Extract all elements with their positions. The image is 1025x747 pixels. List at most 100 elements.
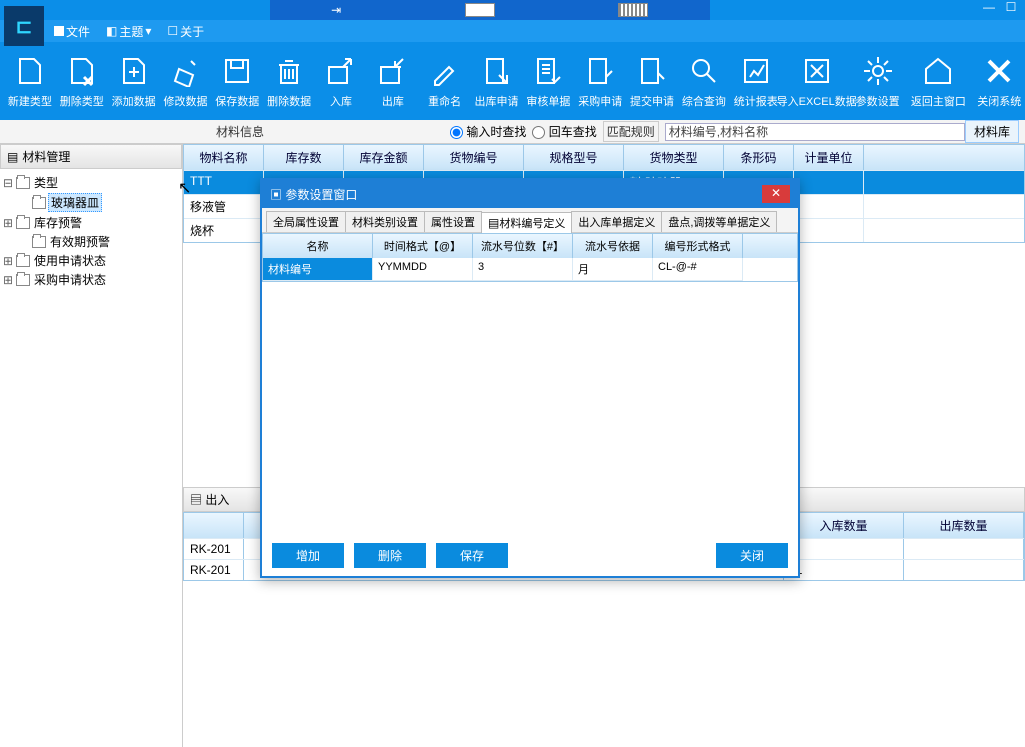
titlebar-grid-icon xyxy=(618,3,648,17)
col-header[interactable]: 流水号依据 xyxy=(573,234,653,258)
stock-in-icon xyxy=(323,53,359,89)
titlebar-decor: ⇥ xyxy=(270,0,710,20)
menu-about[interactable]: ☐关于 xyxy=(159,23,212,40)
toolbar-back-main[interactable]: 返回主窗口 xyxy=(904,45,974,117)
tree-node-使用申请状态[interactable]: ⊞使用申请状态 xyxy=(2,251,180,270)
toolbar-stat-report[interactable]: 统计报表 xyxy=(730,45,782,117)
tab-1[interactable]: 材料类别设置 xyxy=(345,211,425,232)
toolbar-new-type[interactable]: 新建类型 xyxy=(4,45,56,117)
col-header[interactable]: 编号形式格式 xyxy=(653,234,743,258)
folder-icon xyxy=(32,236,46,248)
folder-icon xyxy=(16,177,30,189)
col-header[interactable]: 规格型号 xyxy=(524,145,624,170)
main-toolbar: 新建类型删除类型添加数据修改数据保存数据删除数据入库出库重命名出库申请审核单据采… xyxy=(0,42,1025,120)
tree-node-有效期预警[interactable]: 有效期预警 xyxy=(2,232,180,251)
toolbar-review[interactable]: 审核单据 xyxy=(522,45,574,117)
toolbar-purchase-apply[interactable]: 采购申请 xyxy=(574,45,626,117)
col-header[interactable]: 时间格式【@】 xyxy=(373,234,473,258)
toolbar-submit-apply[interactable]: 提交申请 xyxy=(626,45,678,117)
chevron-down-icon: ▾ xyxy=(145,24,151,38)
pin-icon[interactable]: ⇥ xyxy=(331,3,341,17)
filter-bar: 材料信息 输入时查找 回车查找 匹配规则 材料库 xyxy=(0,120,1025,144)
close-icon[interactable]: ✕ xyxy=(762,185,790,203)
dialog-tabs: 全局属性设置材料类别设置属性设置▤材料编号定义出入库单据定义盘点,调拨等单据定义 xyxy=(262,208,798,233)
tab-5[interactable]: 盘点,调拨等单据定义 xyxy=(661,211,777,232)
file-icon xyxy=(54,26,64,36)
match-rule-input[interactable] xyxy=(665,123,965,141)
col-header[interactable]: 货物编号 xyxy=(424,145,524,170)
maximize-button[interactable]: ☐ xyxy=(1001,0,1021,20)
toolbar-delete-data[interactable]: 删除数据 xyxy=(263,45,315,117)
doc-icon: ▤ xyxy=(190,493,202,507)
edit-data-icon xyxy=(167,53,203,89)
toolbar-stock-in[interactable]: 入库 xyxy=(315,45,367,117)
add-button[interactable]: 增加 xyxy=(272,543,344,568)
close-button[interactable]: 关闭 xyxy=(716,543,788,568)
col-header[interactable]: 名称 xyxy=(263,234,373,258)
col-header[interactable]: 计量单位 xyxy=(794,145,864,170)
delete-data-icon xyxy=(271,53,307,89)
dialog-grid[interactable]: 名称时间格式【@】流水号位数【#】流水号依据编号形式格式 材料编号YYMMDD3… xyxy=(262,233,798,282)
expand-icon[interactable]: ⊞ xyxy=(2,254,14,268)
col-header[interactable]: 库存金额 xyxy=(344,145,424,170)
toolbar-add-data[interactable]: 添加数据 xyxy=(108,45,160,117)
tree-node-采购申请状态[interactable]: ⊞采购申请状态 xyxy=(2,270,180,289)
menu-theme[interactable]: ◧主题▾ xyxy=(98,23,159,40)
tab-3[interactable]: ▤材料编号定义 xyxy=(481,212,572,233)
out-apply-icon xyxy=(479,53,515,89)
toolbar-stock-out[interactable]: 出库 xyxy=(367,45,419,117)
save-button[interactable]: 保存 xyxy=(436,543,508,568)
toolbar-delete-type[interactable]: 删除类型 xyxy=(56,45,108,117)
rename-icon xyxy=(427,53,463,89)
col-header[interactable]: 入库数量 xyxy=(784,513,904,538)
review-icon xyxy=(530,53,566,89)
folder-icon xyxy=(16,255,30,267)
sidebar-head: ▤ 材料管理 xyxy=(0,144,182,169)
submit-apply-icon xyxy=(634,53,670,89)
dialog-titlebar[interactable]: ▣ 参数设置窗口 ✕ xyxy=(262,180,798,208)
col-header[interactable]: 物料名称 xyxy=(184,145,264,170)
tree-node-库存预警[interactable]: ⊞库存预警 xyxy=(2,213,180,232)
delete-button[interactable]: 删除 xyxy=(354,543,426,568)
menu-file[interactable]: 文件 xyxy=(46,23,98,40)
toolbar-export-excel[interactable]: 导入EXCEL数据 xyxy=(782,45,852,117)
folder-icon xyxy=(32,197,46,209)
material-lib-button[interactable]: 材料库 xyxy=(965,120,1019,143)
tab-0[interactable]: 全局属性设置 xyxy=(266,211,346,232)
col-header[interactable]: 条形码 xyxy=(724,145,794,170)
toolbar-save-data[interactable]: 保存数据 xyxy=(211,45,263,117)
param-settings-dialog: ▣ 参数设置窗口 ✕ 全局属性设置材料类别设置属性设置▤材料编号定义出入库单据定… xyxy=(260,178,800,578)
toolbar-query[interactable]: 综合查询 xyxy=(678,45,730,117)
toolbar-out-apply[interactable]: 出库申请 xyxy=(471,45,523,117)
col-header[interactable]: 库存数 xyxy=(264,145,344,170)
save-data-icon xyxy=(219,53,255,89)
toolbar-rename[interactable]: 重命名 xyxy=(419,45,471,117)
about-icon: ☐ xyxy=(167,24,178,38)
minimize-button[interactable]: — xyxy=(979,0,999,20)
tree-node-玻璃器皿[interactable]: 玻璃器皿 xyxy=(2,192,180,213)
toolbar-close-sys[interactable]: 关闭系统 xyxy=(973,45,1025,117)
radio-enter-search[interactable]: 回车查找 xyxy=(532,123,596,140)
delete-type-icon xyxy=(64,53,100,89)
col-header[interactable]: 货物类型 xyxy=(624,145,724,170)
toolbar-edit-data[interactable]: 修改数据 xyxy=(160,45,212,117)
expand-icon[interactable]: ⊟ xyxy=(2,176,14,190)
tree-node-类型[interactable]: ⊟类型 xyxy=(2,173,180,192)
tab-2[interactable]: 属性设置 xyxy=(424,211,482,232)
expand-icon[interactable]: ⊞ xyxy=(2,273,14,287)
col-header[interactable]: 出库数量 xyxy=(904,513,1024,538)
table-row[interactable]: 材料编号YYMMDD3月CL-@-# xyxy=(263,258,797,281)
dialog-icon: ▣ xyxy=(270,188,282,202)
radio-input-search[interactable]: 输入时查找 xyxy=(450,123,526,140)
expand-icon[interactable]: ⊞ xyxy=(2,216,14,230)
add-data-icon xyxy=(116,53,152,89)
export-excel-icon xyxy=(799,53,835,89)
toolbar-param-set[interactable]: 参数设置 xyxy=(852,45,904,117)
theme-icon: ◧ xyxy=(106,24,117,38)
tab-4[interactable]: 出入库单据定义 xyxy=(571,211,662,232)
sidebar: ▤ 材料管理 ⊟类型玻璃器皿⊞库存预警有效期预警⊞使用申请状态⊞采购申请状态 xyxy=(0,144,183,747)
app-logo: ⊏ xyxy=(4,6,44,46)
tab-icon: ▤ xyxy=(488,216,499,230)
col-header[interactable]: 流水号位数【#】 xyxy=(473,234,573,258)
col-header[interactable] xyxy=(184,513,244,538)
